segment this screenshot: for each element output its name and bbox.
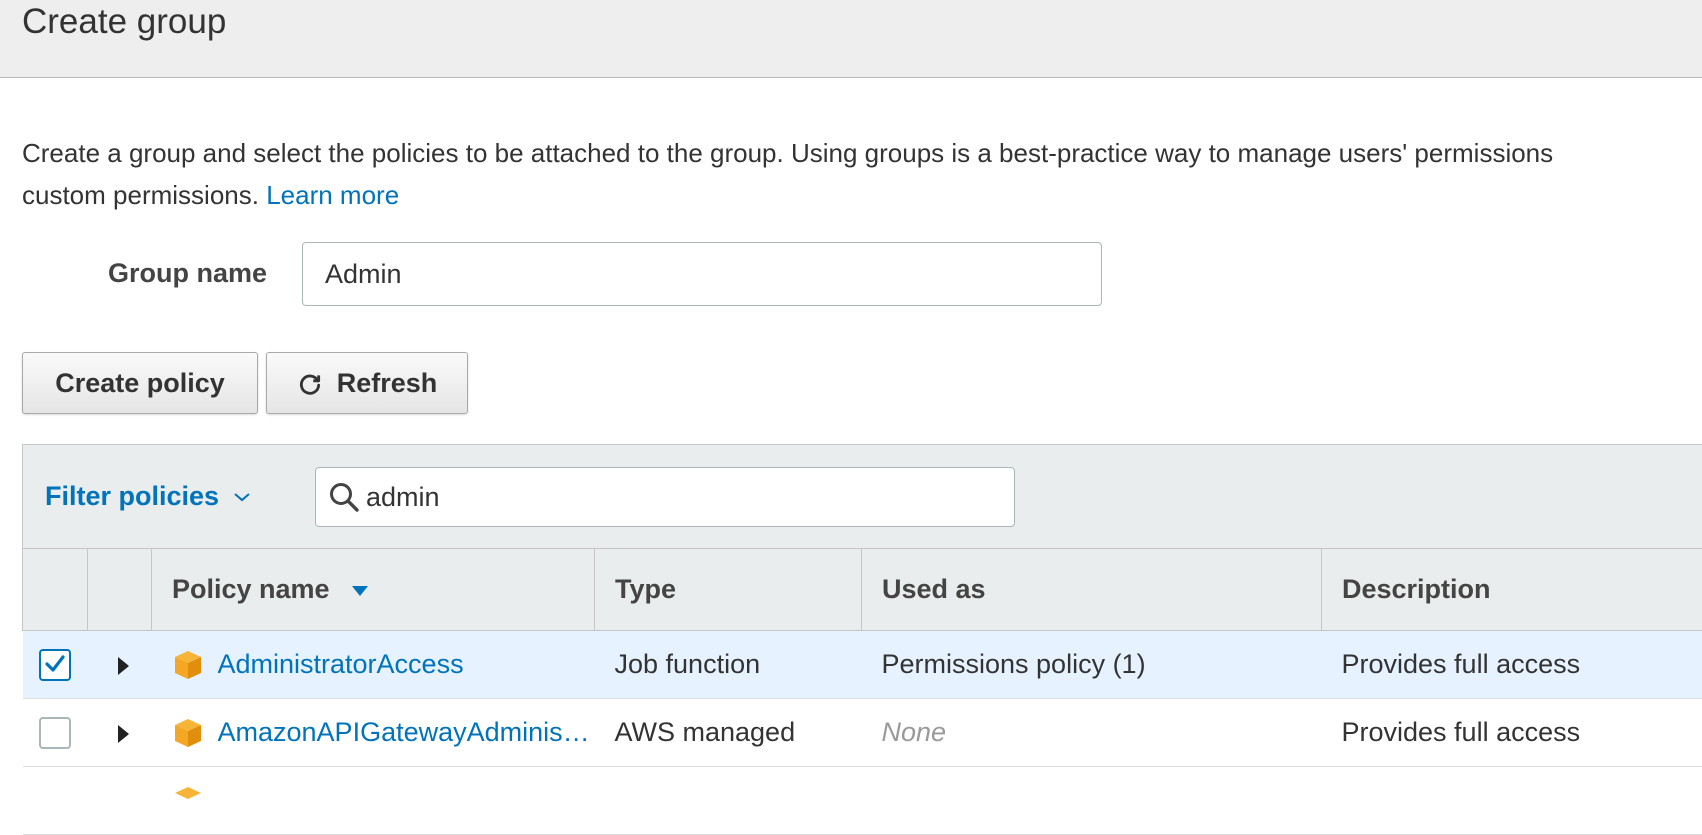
row-expand-cell: [88, 699, 152, 767]
refresh-icon: [297, 370, 323, 396]
policy-search-input[interactable]: [366, 468, 1006, 526]
sort-desc-icon: [351, 585, 369, 597]
intro-line-2: custom permissions. Learn more: [22, 174, 1702, 216]
policy-description-cell: Provides full access: [1322, 699, 1702, 767]
column-header-used-as[interactable]: Used as: [862, 549, 1322, 631]
filter-panel: Filter policies: [22, 444, 1702, 548]
intro-text: Create a group and select the policies t…: [22, 132, 1702, 216]
policy-name-cell: AdministratorAccess: [152, 631, 595, 699]
row-select-cell: [23, 631, 88, 699]
page-title: Create group: [22, 2, 226, 42]
intro-line-2-text: custom permissions.: [22, 180, 259, 210]
table-header-row: Policy name Type Used as Description: [23, 549, 1702, 631]
select-column-header: [23, 549, 88, 631]
table-row[interactable]: AmazonAPIGatewayAdminis… AWS managed Non…: [23, 699, 1702, 767]
policy-type-cell: AWS managed: [595, 699, 862, 767]
policy-box-icon: [172, 717, 204, 749]
create-policy-label: Create policy: [55, 368, 225, 399]
chevron-down-icon: [233, 491, 251, 503]
row-expand-cell: [88, 767, 152, 835]
row-checkbox[interactable]: [39, 717, 71, 749]
row-select-cell: [23, 699, 88, 767]
create-policy-button[interactable]: Create policy: [22, 352, 258, 414]
table-row[interactable]: [23, 767, 1702, 835]
policy-name-cell: [152, 767, 595, 835]
search-icon: [328, 481, 360, 513]
row-expand-cell: [88, 631, 152, 699]
checkmark-icon: [43, 652, 67, 676]
policy-description-cell: [1322, 767, 1702, 835]
policy-used-as-cell: [862, 767, 1322, 835]
column-header-type[interactable]: Type: [595, 549, 862, 631]
policies-table: Policy name Type Used as Description: [22, 548, 1702, 835]
column-header-description[interactable]: Description: [1322, 549, 1702, 631]
page-header: Create group: [0, 0, 1702, 78]
used-as-none: None: [882, 717, 947, 747]
row-checkbox[interactable]: [39, 649, 71, 681]
expand-column-header: [88, 549, 152, 631]
group-name-input[interactable]: [302, 242, 1102, 306]
policy-type-cell: [595, 767, 862, 835]
learn-more-link[interactable]: Learn more: [266, 180, 399, 210]
row-select-cell: [23, 767, 88, 835]
table-row[interactable]: AdministratorAccess Job function Permiss…: [23, 631, 1702, 699]
policy-box-icon: [172, 785, 204, 817]
refresh-label: Refresh: [337, 368, 438, 399]
filter-policies-dropdown[interactable]: Filter policies: [45, 481, 251, 512]
policy-name-link[interactable]: AdministratorAccess: [218, 649, 464, 680]
policy-name-cell: AmazonAPIGatewayAdminis…: [152, 699, 595, 767]
policy-type-cell: Job function: [595, 631, 862, 699]
policy-used-as-cell: None: [862, 699, 1322, 767]
policy-name-header-label: Policy name: [172, 574, 330, 604]
policy-used-as-cell: Permissions policy (1): [862, 631, 1322, 699]
refresh-button[interactable]: Refresh: [266, 352, 468, 414]
expand-caret-icon[interactable]: [118, 725, 129, 743]
policy-box-icon: [172, 649, 204, 681]
policy-name-link[interactable]: AmazonAPIGatewayAdminis…: [218, 717, 590, 748]
filter-policies-label: Filter policies: [45, 481, 219, 512]
column-header-policy-name[interactable]: Policy name: [152, 549, 595, 631]
policy-search-box[interactable]: [315, 467, 1015, 527]
group-name-label: Group name: [108, 258, 267, 289]
expand-caret-icon[interactable]: [118, 657, 129, 675]
policy-description-cell: Provides full access: [1322, 631, 1702, 699]
intro-line-1: Create a group and select the policies t…: [22, 132, 1702, 174]
